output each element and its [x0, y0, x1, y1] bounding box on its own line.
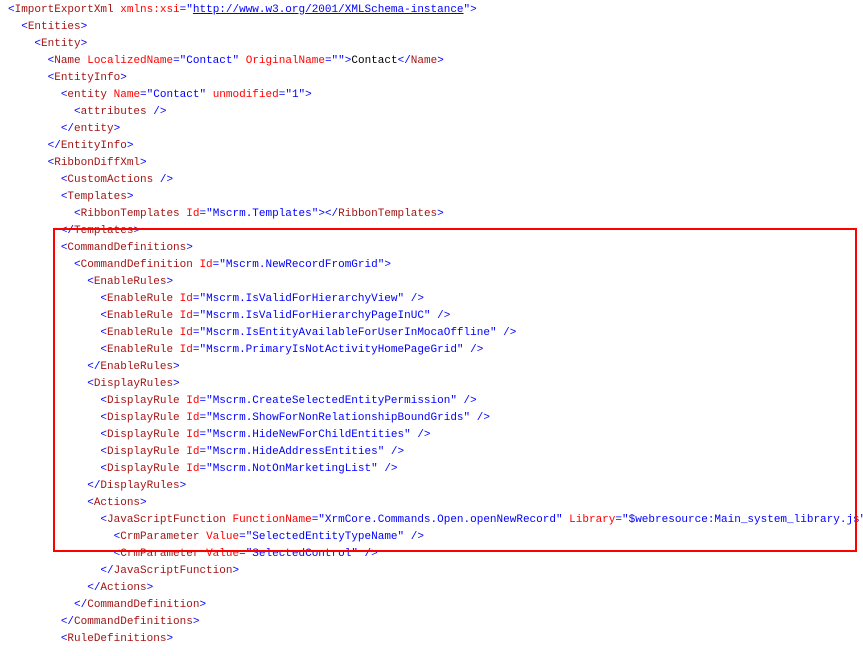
- code-line: <CommandDefinition Id="Mscrm.NewRecordFr…: [0, 257, 863, 274]
- code-line: <CrmParameter Value="SelectedEntityTypeN…: [0, 529, 863, 546]
- code-line: <DisplayRule Id="Mscrm.NotOnMarketingLis…: [0, 461, 863, 478]
- code-line: </CommandDefinitions>: [0, 614, 863, 631]
- code-line: </Templates>: [0, 223, 863, 240]
- code-line: </EntityInfo>: [0, 138, 863, 155]
- code-line: <Name LocalizedName="Contact" OriginalNa…: [0, 53, 863, 70]
- code-line: <CustomActions />: [0, 172, 863, 189]
- xml-code-block: <ImportExportXml xmlns:xsi="http://www.w…: [0, 2, 863, 648]
- code-line: <EnableRule Id="Mscrm.IsValidForHierarch…: [0, 308, 863, 325]
- code-line: <RuleDefinitions>: [0, 631, 863, 648]
- code-line: </entity>: [0, 121, 863, 138]
- code-line: <EntityInfo>: [0, 70, 863, 87]
- code-line: <DisplayRules>: [0, 376, 863, 393]
- code-line: <EnableRule Id="Mscrm.IsValidForHierarch…: [0, 291, 863, 308]
- code-line: </DisplayRules>: [0, 478, 863, 495]
- code-line: <EnableRule Id="Mscrm.IsEntityAvailableF…: [0, 325, 863, 342]
- code-line: <JavaScriptFunction FunctionName="XrmCor…: [0, 512, 863, 529]
- code-line: </JavaScriptFunction>: [0, 563, 863, 580]
- code-line: <CommandDefinitions>: [0, 240, 863, 257]
- code-line: <CrmParameter Value="SelectedControl" />: [0, 546, 863, 563]
- code-line: <EnableRules>: [0, 274, 863, 291]
- code-line: <RibbonTemplates Id="Mscrm.Templates"></…: [0, 206, 863, 223]
- code-line: <DisplayRule Id="Mscrm.ShowForNonRelatio…: [0, 410, 863, 427]
- code-line: <ImportExportXml xmlns:xsi="http://www.w…: [0, 2, 863, 19]
- code-line: <Actions>: [0, 495, 863, 512]
- code-line: <attributes />: [0, 104, 863, 121]
- code-line: <Entities>: [0, 19, 863, 36]
- code-line: </EnableRules>: [0, 359, 863, 376]
- code-line: <entity Name="Contact" unmodified="1">: [0, 87, 863, 104]
- code-line: </Actions>: [0, 580, 863, 597]
- code-line: <Entity>: [0, 36, 863, 53]
- code-line: <DisplayRule Id="Mscrm.HideNewForChildEn…: [0, 427, 863, 444]
- code-line: <EnableRule Id="Mscrm.PrimaryIsNotActivi…: [0, 342, 863, 359]
- code-line: <DisplayRule Id="Mscrm.HideAddressEntiti…: [0, 444, 863, 461]
- code-line: <Templates>: [0, 189, 863, 206]
- code-line: <RibbonDiffXml>: [0, 155, 863, 172]
- code-line: <DisplayRule Id="Mscrm.CreateSelectedEnt…: [0, 393, 863, 410]
